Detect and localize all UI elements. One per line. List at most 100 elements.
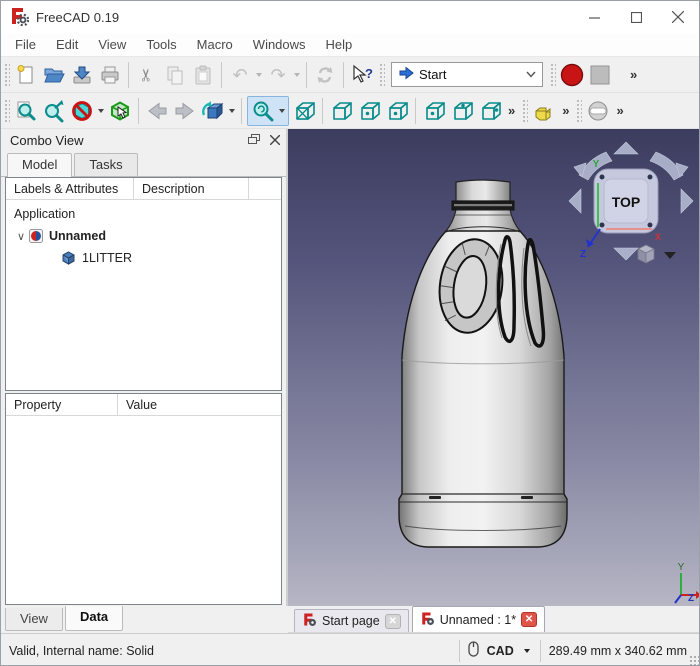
resize-grip[interactable] [689,655,699,665]
combo-view-title: Combo View [10,133,248,148]
undo-dropdown[interactable] [256,73,262,77]
print-button[interactable] [96,61,124,89]
menu-item-edit[interactable]: Edit [46,34,88,55]
top-view-button[interactable] [355,97,383,125]
menu-item-view[interactable]: View [88,34,136,55]
view-toolbar-overflow[interactable]: » [504,103,519,118]
float-panel-icon[interactable] [248,133,260,148]
toolbar-overflow-button[interactable]: » [626,67,641,82]
bottle-model[interactable] [393,174,573,556]
forward-arrow-icon [173,99,197,123]
nav-forward-button[interactable] [171,97,199,125]
rear-view-button[interactable] [420,97,448,125]
toolbar-grip[interactable] [3,62,10,88]
refresh-icon [313,63,337,87]
fit-document-button[interactable] [12,97,40,125]
zoom-selection-button[interactable] [40,97,68,125]
menu-item-tools[interactable]: Tools [136,34,186,55]
menu-item-macro[interactable]: Macro [187,34,243,55]
menu-item-file[interactable]: File [5,34,46,55]
nav-back-button[interactable] [143,97,171,125]
tree-item-solid[interactable]: 1LITTER [6,247,281,269]
close-panel-icon[interactable] [270,133,280,148]
mouse-icon [468,641,479,660]
application-label: Application [14,207,75,221]
view-toolbar: » » » [1,93,699,129]
tab-view[interactable]: View [5,608,63,631]
macro-record-button[interactable] [558,61,586,89]
home-view-dropdown[interactable] [229,109,235,113]
property-bottom-tabs: View Data [5,607,125,631]
axonometric-view-button[interactable] [290,97,318,125]
clipping-plane-button[interactable] [68,97,96,125]
redo-button[interactable]: ↷ [264,61,292,89]
box-selection-button[interactable] [106,97,134,125]
tab-label: Unnamed : 1* [440,613,516,627]
tab-start-page[interactable]: Start page ✕ [294,609,409,632]
expander-chevron-icon[interactable]: ∨ [14,230,28,243]
menu-item-windows[interactable]: Windows [243,34,316,55]
macro-stop-button[interactable] [586,61,614,89]
column-description[interactable]: Description [134,178,249,199]
undo-button[interactable]: ↶ [226,61,254,89]
separator [415,98,416,124]
fit-all-button[interactable] [249,97,277,125]
open-document-button[interactable] [40,61,68,89]
tab-tasks[interactable]: Tasks [74,153,137,176]
minimize-button[interactable] [573,1,615,33]
navigation-cube[interactable]: Y X Z TOP [566,139,696,269]
toolbar-grip[interactable] [521,98,528,124]
whats-this-button[interactable]: ? [348,61,376,89]
toolbar-grip[interactable] [575,98,582,124]
model-tree: Labels & Attributes Description Applicat… [5,177,282,391]
solid-label: 1LITTER [82,251,132,265]
green-cube-cursor-icon [108,99,132,123]
home-view-button[interactable] [199,97,227,125]
workbench-selector[interactable]: Start [391,62,543,87]
tree-header: Labels & Attributes Description [6,178,281,200]
new-document-button[interactable] [12,61,40,89]
clipping-dropdown[interactable] [98,109,104,113]
tab-close-icon[interactable]: ✕ [521,612,537,627]
part-workbench-button[interactable] [530,97,558,125]
tab-unnamed-document[interactable]: Unnamed : 1* ✕ [412,606,545,632]
fit-all-dropdown[interactable] [279,109,285,113]
front-view-button[interactable] [327,97,355,125]
nav-style-dropdown[interactable] [524,649,530,653]
navcube-menu-dropdown[interactable] [664,252,676,259]
toolbar-grip[interactable] [549,62,556,88]
tree-item-document[interactable]: ∨ Unnamed [6,225,281,247]
menu-bar: File Edit View Tools Macro Windows Help [1,33,699,57]
redo-icon: ↷ [270,66,285,84]
column-labels-attributes[interactable]: Labels & Attributes [6,178,134,199]
tab-data[interactable]: Data [65,606,123,631]
left-view-button[interactable] [476,97,504,125]
right-view-button[interactable] [383,97,411,125]
column-value[interactable]: Value [118,394,281,415]
copy-button[interactable] [161,61,189,89]
paste-button[interactable] [189,61,217,89]
nav-style-selector[interactable]: CAD [487,644,514,658]
cut-button[interactable]: ✂ [133,61,161,89]
menu-item-help[interactable]: Help [316,34,363,55]
draw-style-button[interactable] [584,97,612,125]
maximize-button[interactable] [615,1,657,33]
chevron-down-icon [526,71,536,78]
tab-model[interactable]: Model [7,153,72,177]
column-property[interactable]: Property [6,394,118,415]
toolbar-grip[interactable] [378,62,385,88]
separator [343,62,344,88]
tree-root-application[interactable]: Application [6,203,281,225]
redo-dropdown[interactable] [294,73,300,77]
toolbar-grip[interactable] [3,98,10,124]
close-button[interactable] [657,1,699,33]
drawstyle-toolbar-overflow[interactable]: » [612,103,627,118]
navcube-menu-cube-icon[interactable] [638,245,654,263]
separator [459,640,460,662]
bottom-view-button[interactable] [448,97,476,125]
part-toolbar-overflow[interactable]: » [558,103,573,118]
tab-close-icon[interactable]: ✕ [385,614,401,629]
3d-viewport[interactable]: Y X Z TOP Y Z [288,129,700,606]
save-button[interactable] [68,61,96,89]
refresh-button[interactable] [311,61,339,89]
